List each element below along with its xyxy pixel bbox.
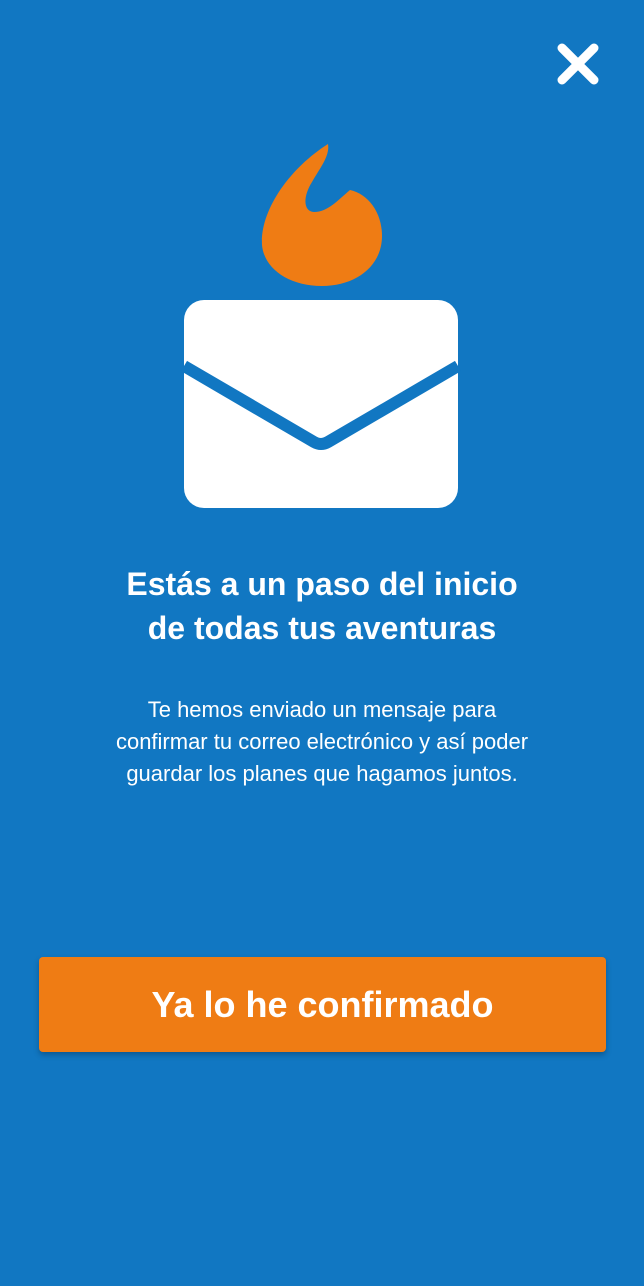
page-title: Estás a un paso del inicio de todas tus …: [126, 566, 518, 646]
envelope-icon: [180, 300, 462, 508]
close-icon: [557, 43, 599, 85]
confirm-button[interactable]: Ya lo he confirmado: [39, 957, 606, 1052]
close-button[interactable]: [550, 36, 606, 92]
email-illustration: [180, 140, 464, 512]
flame-icon: [261, 144, 382, 286]
email-confirmation-screen: Estás a un paso del inicio de todas tus …: [0, 0, 644, 1286]
confirmation-message: Te hemos enviado un mensaje para confirm…: [115, 697, 529, 786]
